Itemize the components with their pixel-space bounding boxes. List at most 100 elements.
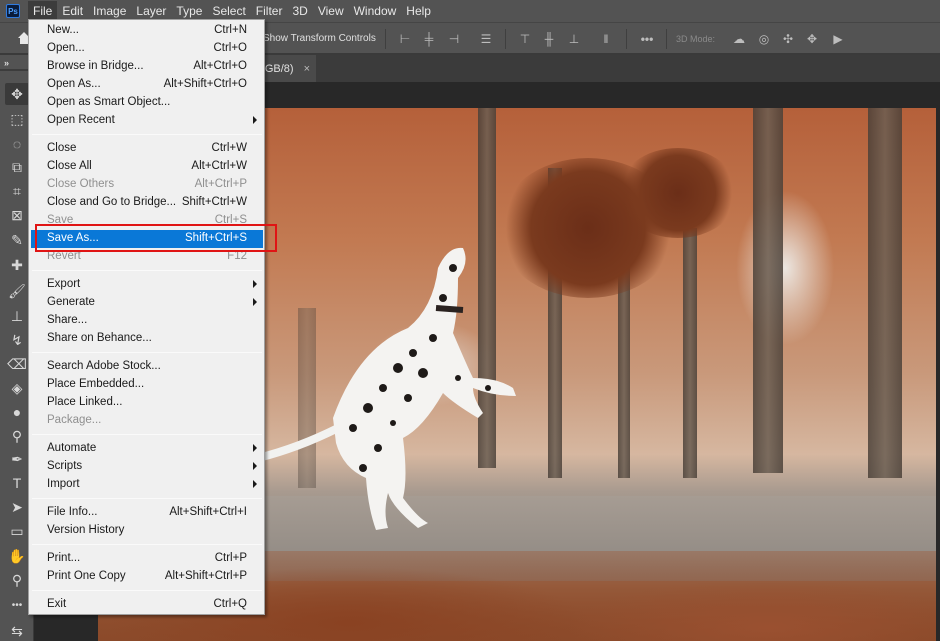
- menu-filter[interactable]: Filter: [251, 1, 288, 21]
- distribute-horizontal-icon[interactable]: ‖: [598, 31, 614, 47]
- menu-item-automate[interactable]: Automate: [31, 440, 263, 458]
- 3d-pan-icon[interactable]: ✣: [780, 31, 796, 47]
- distribute-icon[interactable]: ☰: [478, 31, 494, 47]
- menu-window[interactable]: Window: [349, 1, 402, 21]
- menu-item-shortcut: Alt+Shift+Ctrl+O: [163, 78, 247, 90]
- menu-item-close[interactable]: Close Ctrl+W: [31, 140, 263, 158]
- menu-edit[interactable]: Edit: [57, 1, 88, 21]
- menu-item-label: File Info...: [47, 506, 98, 518]
- menu-item-label: Open As...: [47, 78, 101, 90]
- menu-item-shortcut: Ctrl+W: [211, 142, 247, 154]
- menu-view[interactable]: View: [313, 1, 349, 21]
- menu-3d[interactable]: 3D: [287, 1, 312, 21]
- menu-item-package: Package...: [31, 412, 263, 430]
- dodge-tool-icon[interactable]: ⚲: [5, 425, 29, 447]
- menu-item-print-one-copy[interactable]: Print One Copy Alt+Shift+Ctrl+P: [31, 568, 263, 586]
- lasso-tool-icon[interactable]: ◌: [5, 133, 29, 155]
- blur-tool-icon[interactable]: ●: [5, 401, 29, 423]
- menu-item-open[interactable]: Open... Ctrl+O: [31, 40, 263, 58]
- menu-item-open-as[interactable]: Open As... Alt+Shift+Ctrl+O: [31, 76, 263, 94]
- align-right-icon[interactable]: ⊣: [446, 31, 462, 47]
- clone-stamp-tool-icon[interactable]: ⊥: [5, 305, 29, 327]
- menu-item-label: Scripts: [47, 460, 83, 472]
- healing-brush-tool-icon[interactable]: ✚: [5, 254, 29, 276]
- align-left-icon[interactable]: ⊢: [397, 31, 413, 47]
- type-tool-icon[interactable]: T: [5, 472, 29, 494]
- zoom-tool-icon[interactable]: ⚲: [5, 569, 29, 591]
- menu-item-file-info[interactable]: File Info... Alt+Shift+Ctrl+I: [31, 504, 263, 522]
- falling-leaves: [618, 148, 738, 238]
- menu-item-label: Close and Go to Bridge...: [47, 196, 177, 208]
- 3d-roll-icon[interactable]: ◎: [756, 31, 772, 47]
- menu-separator: [32, 498, 262, 499]
- eraser-tool-icon[interactable]: ⌫: [5, 353, 29, 375]
- hand-tool-icon[interactable]: ✋: [5, 545, 29, 567]
- menu-help[interactable]: Help: [401, 1, 436, 21]
- menu-item-close-others: Close Others Alt+Ctrl+P: [31, 176, 263, 194]
- menu-item-label: Import: [47, 478, 80, 490]
- close-icon[interactable]: ×: [304, 63, 310, 75]
- menu-item-scripts[interactable]: Scripts: [31, 458, 263, 476]
- menu-item-generate[interactable]: Generate: [31, 294, 263, 312]
- menu-item-share-on-behance[interactable]: Share on Behance...: [31, 330, 263, 348]
- collapse-panel-icon[interactable]: »: [4, 58, 9, 68]
- pen-tool-icon[interactable]: ✒: [5, 448, 29, 470]
- align-top-icon[interactable]: ⊤: [517, 31, 533, 47]
- path-selection-tool-icon[interactable]: ➤: [5, 496, 29, 518]
- align-vertical-center-icon[interactable]: ╫: [541, 31, 557, 47]
- menu-item-close-and-go-to-bridge[interactable]: Close and Go to Bridge... Shift+Ctrl+W: [31, 194, 263, 212]
- menu-image[interactable]: Image: [88, 1, 131, 21]
- menu-item-label: Share on Behance...: [47, 332, 152, 344]
- tree-trunk: [868, 108, 902, 478]
- menu-item-browse-in-bridge[interactable]: Browse in Bridge... Alt+Ctrl+O: [31, 58, 263, 76]
- marquee-tool-icon[interactable]: ⬚: [5, 108, 29, 130]
- menu-item-place-embedded[interactable]: Place Embedded...: [31, 376, 263, 394]
- show-transform-controls-label[interactable]: Show Transform Controls: [263, 33, 376, 44]
- more-options-icon[interactable]: •••: [639, 31, 655, 47]
- menu-layer[interactable]: Layer: [131, 1, 171, 21]
- menu-item-version-history[interactable]: Version History: [31, 522, 263, 540]
- eyedropper-tool-icon[interactable]: ✎: [5, 229, 29, 251]
- 3d-slide-icon[interactable]: ✥: [804, 31, 820, 47]
- menu-item-new[interactable]: New... Ctrl+N: [31, 22, 263, 40]
- 3d-scale-camera-icon[interactable]: ▶: [830, 31, 846, 47]
- menu-item-exit[interactable]: Exit Ctrl+Q: [31, 596, 263, 614]
- menu-item-label: Share...: [47, 314, 88, 326]
- swap-colors-icon[interactable]: ⇆: [5, 620, 29, 641]
- menu-separator: [32, 134, 262, 135]
- align-horizontal-center-icon[interactable]: ╪: [421, 31, 437, 47]
- menu-item-label: Close Others: [47, 178, 115, 190]
- menu-item-export[interactable]: Export: [31, 276, 263, 294]
- menu-item-search-adobe-stock[interactable]: Search Adobe Stock...: [31, 358, 263, 376]
- edit-toolbar-icon[interactable]: •••: [5, 595, 29, 617]
- menu-item-label: Print One Copy: [47, 570, 126, 582]
- crop-tool-icon[interactable]: ⌗: [5, 180, 29, 202]
- submenu-arrow-icon: [253, 480, 257, 488]
- menu-item-open-recent[interactable]: Open Recent: [31, 112, 263, 130]
- menu-type[interactable]: Type: [171, 1, 207, 21]
- frame-tool-icon[interactable]: ⊠: [5, 204, 29, 226]
- menu-item-label: New...: [47, 24, 79, 36]
- menu-item-close-all[interactable]: Close All Alt+Ctrl+W: [31, 158, 263, 176]
- 3d-orbit-icon[interactable]: ☁: [731, 31, 747, 47]
- menu-item-print[interactable]: Print... Ctrl+P: [31, 550, 263, 568]
- brush-tool-icon[interactable]: 🖌: [5, 280, 29, 302]
- paint-bucket-tool-icon[interactable]: ◈: [5, 377, 29, 399]
- menu-file[interactable]: File: [28, 1, 58, 21]
- history-brush-tool-icon[interactable]: ↯: [5, 329, 29, 351]
- menu-item-label: Version History: [47, 524, 125, 536]
- object-select-tool-icon[interactable]: ⧉: [5, 156, 29, 178]
- move-tool-icon[interactable]: ✥: [5, 83, 29, 105]
- menu-item-share[interactable]: Share...: [31, 312, 263, 330]
- menu-separator: [32, 352, 262, 353]
- menu-item-place-linked[interactable]: Place Linked...: [31, 394, 263, 412]
- menu-item-label: Close All: [47, 160, 92, 172]
- menu-select[interactable]: Select: [207, 1, 250, 21]
- menu-item-shortcut: Ctrl+O: [213, 42, 247, 54]
- divider: [666, 29, 667, 49]
- menu-item-open-as-smart-object[interactable]: Open as Smart Object...: [31, 94, 263, 112]
- rectangle-tool-icon[interactable]: ▭: [5, 520, 29, 542]
- align-bottom-icon[interactable]: ⊥: [566, 31, 582, 47]
- menu-item-shortcut: Alt+Ctrl+P: [194, 178, 247, 190]
- menu-item-import[interactable]: Import: [31, 476, 263, 494]
